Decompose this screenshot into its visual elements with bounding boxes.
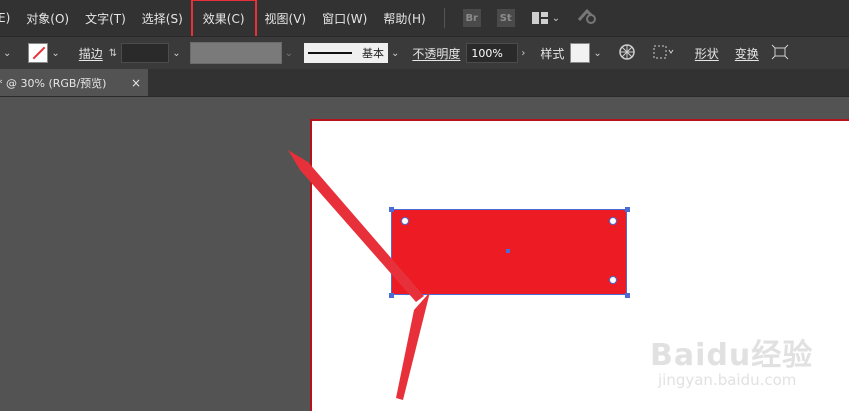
watermark-url: jingyan.baidu.com [658,371,797,389]
annotation-arrow-up-left [288,150,424,302]
watermark-brand: Baidu经验 [650,338,814,373]
annotation-arrow-up [396,292,430,400]
